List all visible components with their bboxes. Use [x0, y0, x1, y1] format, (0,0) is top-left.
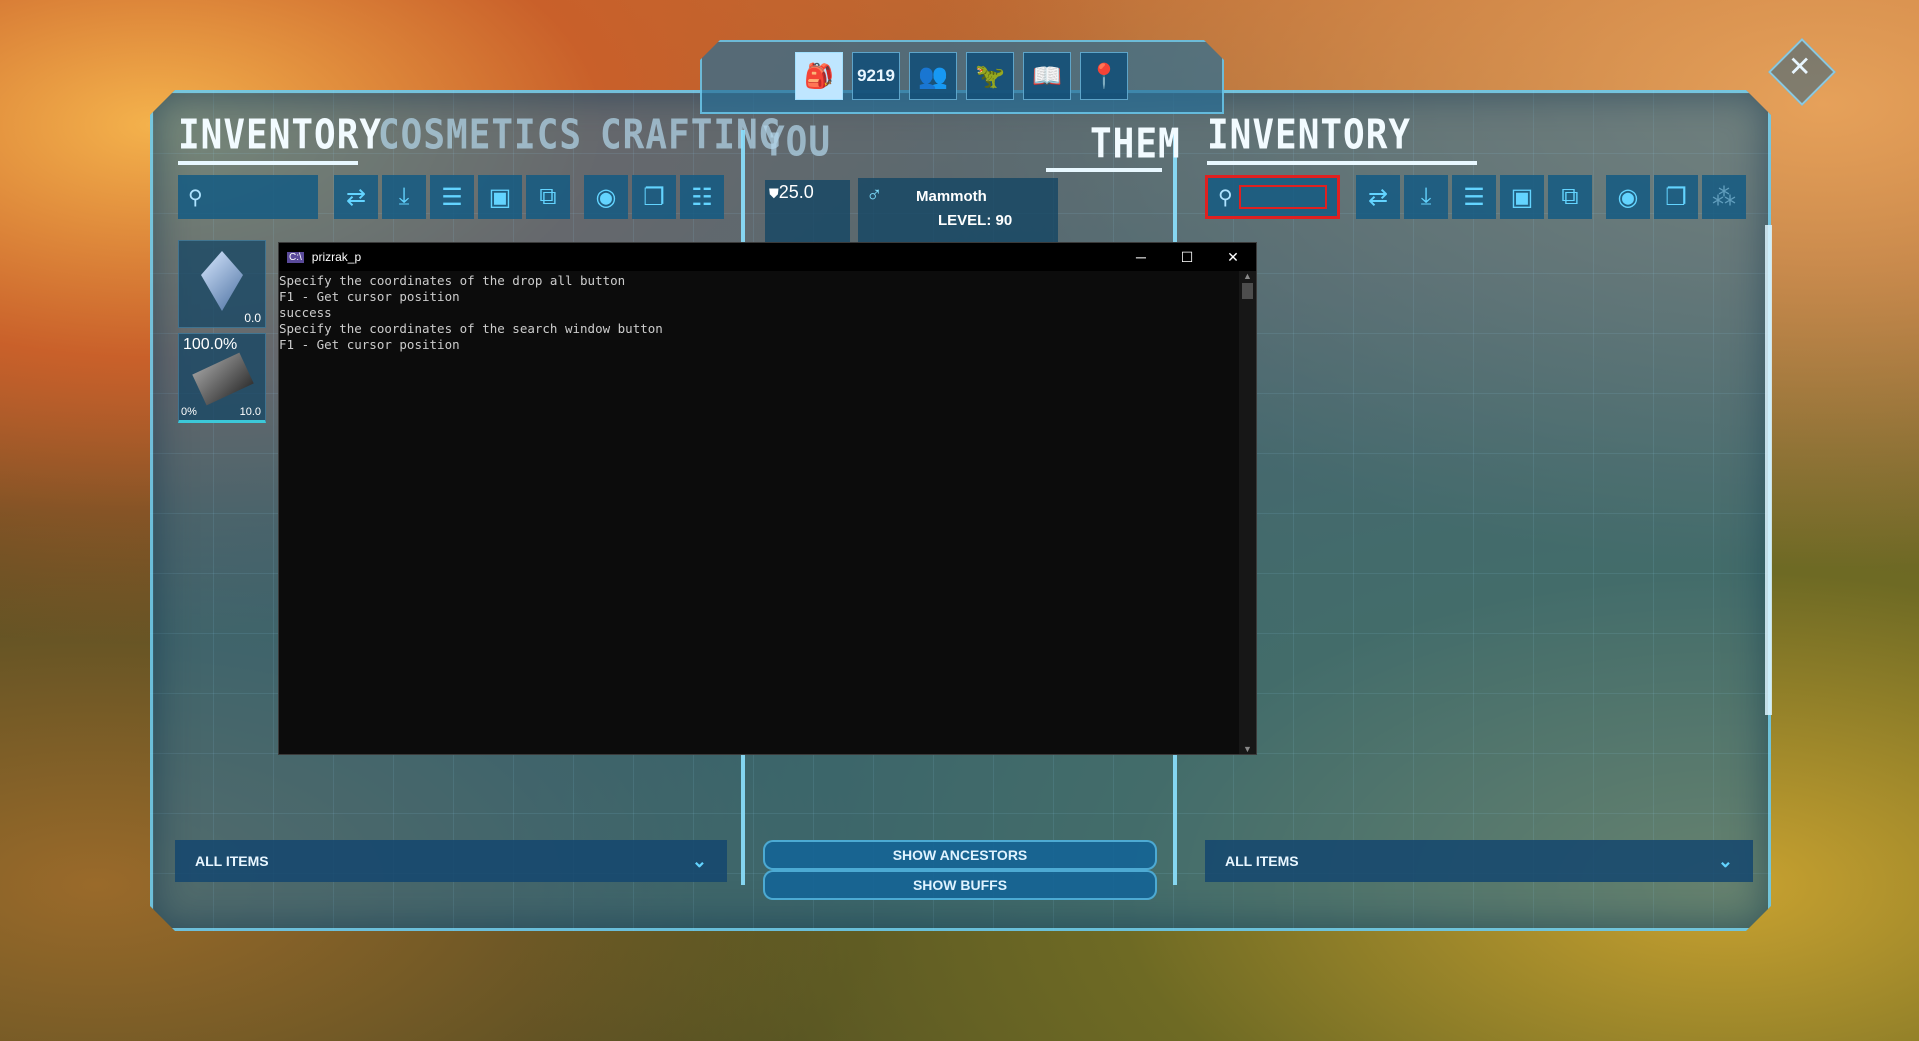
console-line: success — [279, 305, 332, 320]
right-filter-dropdown[interactable]: ALL ITEMS ⌄ — [1205, 840, 1753, 882]
view-icon[interactable]: ◉ — [584, 175, 628, 219]
creature-level: LEVEL: 90 — [938, 212, 1013, 229]
chevron-down-icon: ⌄ — [1717, 850, 1733, 871]
tribe-icon[interactable]: 👥 — [909, 52, 957, 100]
tame-icon[interactable]: 🦖 — [966, 52, 1014, 100]
close-icon[interactable]: ✕ — [1788, 50, 1811, 83]
durability-label: 100.0% — [183, 336, 238, 353]
inventory-tab-icon[interactable]: 🎒 — [795, 52, 843, 100]
tab-crafting[interactable]: CRAFTING — [600, 112, 781, 159]
inventory-slot[interactable]: 100.0% 0% 10.0 — [178, 333, 266, 423]
split-stack-icon[interactable]: ⧉ — [526, 175, 570, 219]
tab-inventory-left[interactable]: INVENTORY — [178, 112, 382, 159]
sort-icon[interactable]: ☰ — [1452, 175, 1496, 219]
filter-label: ALL ITEMS — [195, 853, 269, 869]
chevron-down-icon: ⌄ — [691, 850, 707, 871]
folder-icon[interactable]: ▣ — [478, 175, 522, 219]
active-tab-underline — [1207, 161, 1477, 165]
left-filter-dropdown[interactable]: ALL ITEMS ⌄ — [175, 840, 727, 882]
tab-cosmetics[interactable]: COSMETICS — [378, 112, 582, 159]
scrollbar[interactable] — [1765, 225, 1772, 715]
shield-icon: ⛊ — [769, 186, 779, 201]
console-line: Specify the coordinates of the drop all … — [279, 273, 626, 288]
folder-icon[interactable]: ▣ — [1500, 175, 1544, 219]
stack-icon[interactable]: ❐ — [632, 175, 676, 219]
engrams-button[interactable]: 9219 — [852, 52, 900, 100]
tab-them[interactable]: THEM — [1090, 121, 1181, 168]
active-tab-underline — [1046, 168, 1162, 172]
tab-inventory-right[interactable]: INVENTORY — [1207, 112, 1411, 159]
item-percent: 0% — [181, 406, 197, 418]
scroll-down-icon[interactable]: ▼ — [1239, 744, 1256, 754]
view-icon[interactable]: ◉ — [1606, 175, 1650, 219]
scroll-up-icon[interactable]: ▲ — [1239, 271, 1256, 281]
filter-label: ALL ITEMS — [1225, 853, 1299, 869]
maximize-button[interactable]: ☐ — [1164, 249, 1210, 266]
left-search-box[interactable]: ⚲ — [178, 175, 318, 219]
creature-info: ♂ Mammoth LEVEL: 90 — [858, 178, 1058, 242]
top-nav-bar — [700, 40, 1224, 114]
creature-portrait: ⛊25.0 — [765, 180, 850, 242]
armor-value: ⛊25.0 — [769, 182, 814, 202]
scroll-thumb[interactable] — [1242, 283, 1253, 299]
active-tab-underline — [178, 161, 358, 165]
drop-all-icon[interactable]: ⤓ — [1404, 175, 1448, 219]
item-value: 0.0 — [244, 311, 261, 325]
right-search-box[interactable]: ⚲ — [1205, 175, 1340, 219]
show-ancestors-button[interactable]: SHOW ANCESTORS — [763, 840, 1157, 870]
explorer-notes-icon[interactable]: 📖 — [1023, 52, 1071, 100]
transfer-all-icon[interactable]: ⇄ — [1356, 175, 1400, 219]
item-weight: 10.0 — [239, 406, 261, 418]
console-scrollbar[interactable]: ▲ ▼ — [1239, 271, 1256, 754]
creature-name: Mammoth — [916, 188, 987, 205]
show-buffs-button[interactable]: SHOW BUFFS — [763, 870, 1157, 900]
inventory-slot[interactable]: 0.0 — [178, 240, 266, 328]
stack-icon[interactable]: ❐ — [1654, 175, 1698, 219]
close-button[interactable]: ✕ — [1210, 249, 1256, 266]
sort-icon[interactable]: ☰ — [430, 175, 474, 219]
search-highlight — [1238, 185, 1327, 209]
console-title: prizrak_p — [311, 250, 362, 264]
console-app-icon: C:\ — [287, 251, 304, 263]
minimize-button[interactable]: ─ — [1118, 249, 1164, 265]
console-titlebar[interactable]: C:\ prizrak_p ─ ☐ ✕ — [279, 243, 1256, 271]
left-search-input[interactable] — [208, 187, 318, 207]
console-line: F1 - Get cursor position — [279, 289, 460, 304]
console-line: Specify the coordinates of the search wi… — [279, 321, 663, 336]
color-icon[interactable]: ⁂ — [1702, 175, 1746, 219]
transfer-all-icon[interactable]: ⇄ — [334, 175, 378, 219]
map-marker-icon[interactable]: 📍 — [1080, 52, 1128, 100]
search-icon: ⚲ — [1218, 186, 1233, 209]
tab-you[interactable]: YOU — [763, 119, 831, 166]
element-item-icon — [201, 251, 243, 311]
rifle-item-icon — [192, 352, 254, 406]
male-icon: ♂ — [866, 182, 883, 207]
list-view-icon[interactable]: ☷ — [680, 175, 724, 219]
search-icon: ⚲ — [188, 186, 203, 209]
console-line: F1 - Get cursor position — [279, 337, 460, 352]
split-stack-icon[interactable]: ⧉ — [1548, 175, 1592, 219]
console-window[interactable]: C:\ prizrak_p ─ ☐ ✕ Specify the coordina… — [278, 242, 1257, 755]
drop-all-icon[interactable]: ⤓ — [382, 175, 426, 219]
